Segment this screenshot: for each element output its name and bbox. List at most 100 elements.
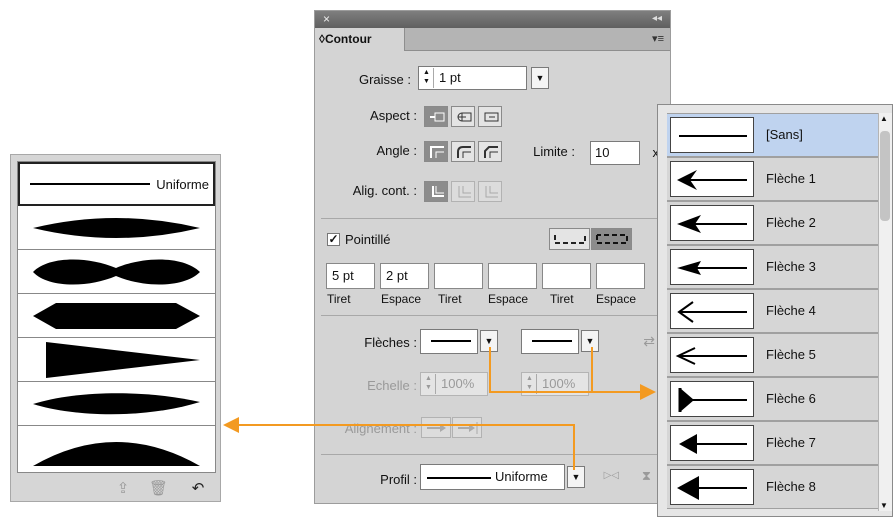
end-arrowhead-preview (532, 340, 572, 342)
panel-titlebar[interactable]: × ◂◂ (315, 11, 670, 28)
align-inside-button[interactable] (451, 181, 475, 202)
weight-field[interactable]: ▲ ▼ 1 pt (418, 66, 527, 90)
arrowhead-list-item[interactable]: Flèche 3 (667, 245, 878, 289)
start-arrowhead-preview (431, 340, 471, 342)
dashed-line-label: Pointillé (345, 232, 391, 247)
weight-value: 1 pt (439, 70, 461, 85)
dashed-line-checkbox[interactable]: ✓ (327, 233, 340, 246)
dash-1-field[interactable]: 5 pt (326, 263, 375, 289)
start-arrowhead-dropdown[interactable]: ▼ (480, 330, 498, 352)
flip-horizontal-icon[interactable]: ▷◁ (597, 470, 619, 481)
end-scale-field[interactable]: ▲ ▼ 100% (521, 372, 589, 396)
arrowhead-list-item[interactable]: Flèche 5 (667, 333, 878, 377)
gap-2-field[interactable] (488, 263, 537, 289)
scrollbar-thumb[interactable] (880, 131, 890, 221)
width-profile-3-icon (33, 303, 200, 329)
swap-arrowheads-icon[interactable]: ⇄ (635, 333, 655, 350)
start-scale-stepper-icon[interactable]: ▲ ▼ (422, 374, 436, 394)
scroll-down-icon[interactable]: ▼ (880, 501, 888, 510)
profile-item-width-3[interactable] (18, 294, 215, 338)
collapse-icon[interactable]: ◂◂ (652, 13, 662, 24)
round-cap-icon (457, 112, 472, 122)
miter-join-icon (430, 146, 444, 158)
arrowhead-icon (670, 249, 754, 285)
start-arrowhead-field[interactable] (420, 329, 478, 354)
dash-3-caption: Tiret (550, 292, 574, 306)
profile-item-width-6[interactable] (18, 426, 215, 470)
align-dash-button[interactable] (591, 228, 632, 250)
list-scrollbar[interactable]: ▲ ▼ (878, 113, 892, 511)
gap-3-field[interactable] (596, 263, 645, 289)
projecting-cap-icon (484, 112, 499, 122)
end-scale-stepper-icon[interactable]: ▲ ▼ (523, 374, 537, 394)
corner-label: Angle : (376, 143, 417, 158)
profile-item-label: Uniforme (153, 177, 209, 192)
close-icon[interactable]: × (323, 12, 330, 26)
arrowhead-list-item[interactable]: Flèche 1 (667, 157, 878, 201)
round-cap-button[interactable] (451, 106, 475, 127)
butt-cap-button[interactable] (424, 106, 448, 127)
profile-item-width-2[interactable] (18, 250, 215, 294)
weight-dropdown-button[interactable]: ▼ (531, 67, 549, 89)
profile-item-width-5[interactable] (18, 382, 215, 426)
round-join-button[interactable] (451, 141, 475, 162)
weight-stepper-icon[interactable]: ▲ ▼ (420, 68, 434, 88)
delete-profile-icon[interactable]: 🗑 (149, 480, 168, 498)
dash-2-field[interactable] (434, 263, 483, 289)
add-profile-icon[interactable]: ⇪ (114, 480, 132, 498)
profile-item-width-1[interactable] (18, 206, 215, 250)
dash-3-field[interactable] (542, 263, 591, 289)
separator (321, 454, 664, 455)
arrow-inside-button[interactable] (452, 417, 482, 438)
profile-field[interactable]: Uniforme (420, 464, 565, 490)
width-profile-6-icon (33, 442, 200, 466)
scroll-up-icon[interactable]: ▲ (880, 114, 888, 123)
end-arrowhead-field[interactable] (521, 329, 579, 354)
arrowhead-list-item[interactable]: Flèche 8 (667, 465, 878, 509)
profile-item-uniform[interactable]: Uniforme (18, 162, 215, 206)
arrowhead-list-item[interactable]: Flèche 7 (667, 421, 878, 465)
tab-contour[interactable]: ◊Contour (315, 28, 405, 51)
dash-2-caption: Tiret (438, 292, 462, 306)
arrowheads-label: Flèches : (364, 335, 417, 350)
arrowhead-icon (670, 293, 754, 329)
arrowhead-label: Flèche 7 (766, 435, 816, 450)
separator (321, 218, 664, 219)
miter-limit-field[interactable]: 10 (590, 141, 640, 165)
arrowhead-list-item[interactable]: Flèche 6 (667, 377, 878, 421)
arrowhead-label: Flèche 1 (766, 171, 816, 186)
align-inside-icon (458, 186, 471, 198)
round-join-icon (457, 146, 471, 158)
arrowhead-list-item[interactable]: [Sans] (667, 113, 878, 157)
start-scale-field[interactable]: ▲ ▼ 100% (420, 372, 488, 396)
profile-dropdown-button[interactable]: ▼ (567, 466, 585, 488)
flip-vertical-icon[interactable]: ⧗ (633, 468, 651, 484)
dash-1-caption: Tiret (327, 292, 351, 306)
align-outside-button[interactable] (478, 181, 502, 202)
width-profile-4-icon (46, 342, 200, 378)
bevel-join-button[interactable] (478, 141, 502, 162)
miter-join-button[interactable] (424, 141, 448, 162)
projecting-cap-button[interactable] (478, 106, 502, 127)
align-center-icon (432, 186, 444, 197)
uniform-profile-preview-icon (427, 477, 491, 479)
reset-profile-icon[interactable]: ↶ (189, 480, 207, 498)
profile-list-panel: Uniforme ⇪ 🗑 ↶ (10, 154, 221, 502)
profile-label: Profil : (380, 472, 417, 487)
align-stroke-label: Alig. cont. : (352, 183, 417, 198)
panel-menu-icon[interactable]: ▾≡ (652, 32, 664, 45)
end-arrowhead-dropdown[interactable]: ▼ (581, 330, 599, 352)
arrowhead-icon (670, 425, 754, 461)
arrowheads-dropdown-list[interactable]: [Sans] Flèche 1 Flèche 2 Flèche 3 Flèche 4 Fl… (657, 104, 893, 517)
profile-list[interactable]: Uniforme (17, 161, 216, 473)
arrowhead-list-item[interactable]: Flèche 2 (667, 201, 878, 245)
align-center-button[interactable] (424, 181, 448, 202)
gap-1-field[interactable]: 2 pt (380, 263, 429, 289)
arrowhead-list-item[interactable]: Flèche 4 (667, 289, 878, 333)
profile-item-width-4[interactable] (18, 338, 215, 382)
arrow-extend-button[interactable] (421, 417, 451, 438)
no-arrowhead-icon (670, 117, 754, 153)
preserve-dash-button[interactable] (549, 228, 590, 250)
gap-3-caption: Espace (596, 292, 637, 306)
miter-limit-value: 10 (595, 145, 610, 160)
